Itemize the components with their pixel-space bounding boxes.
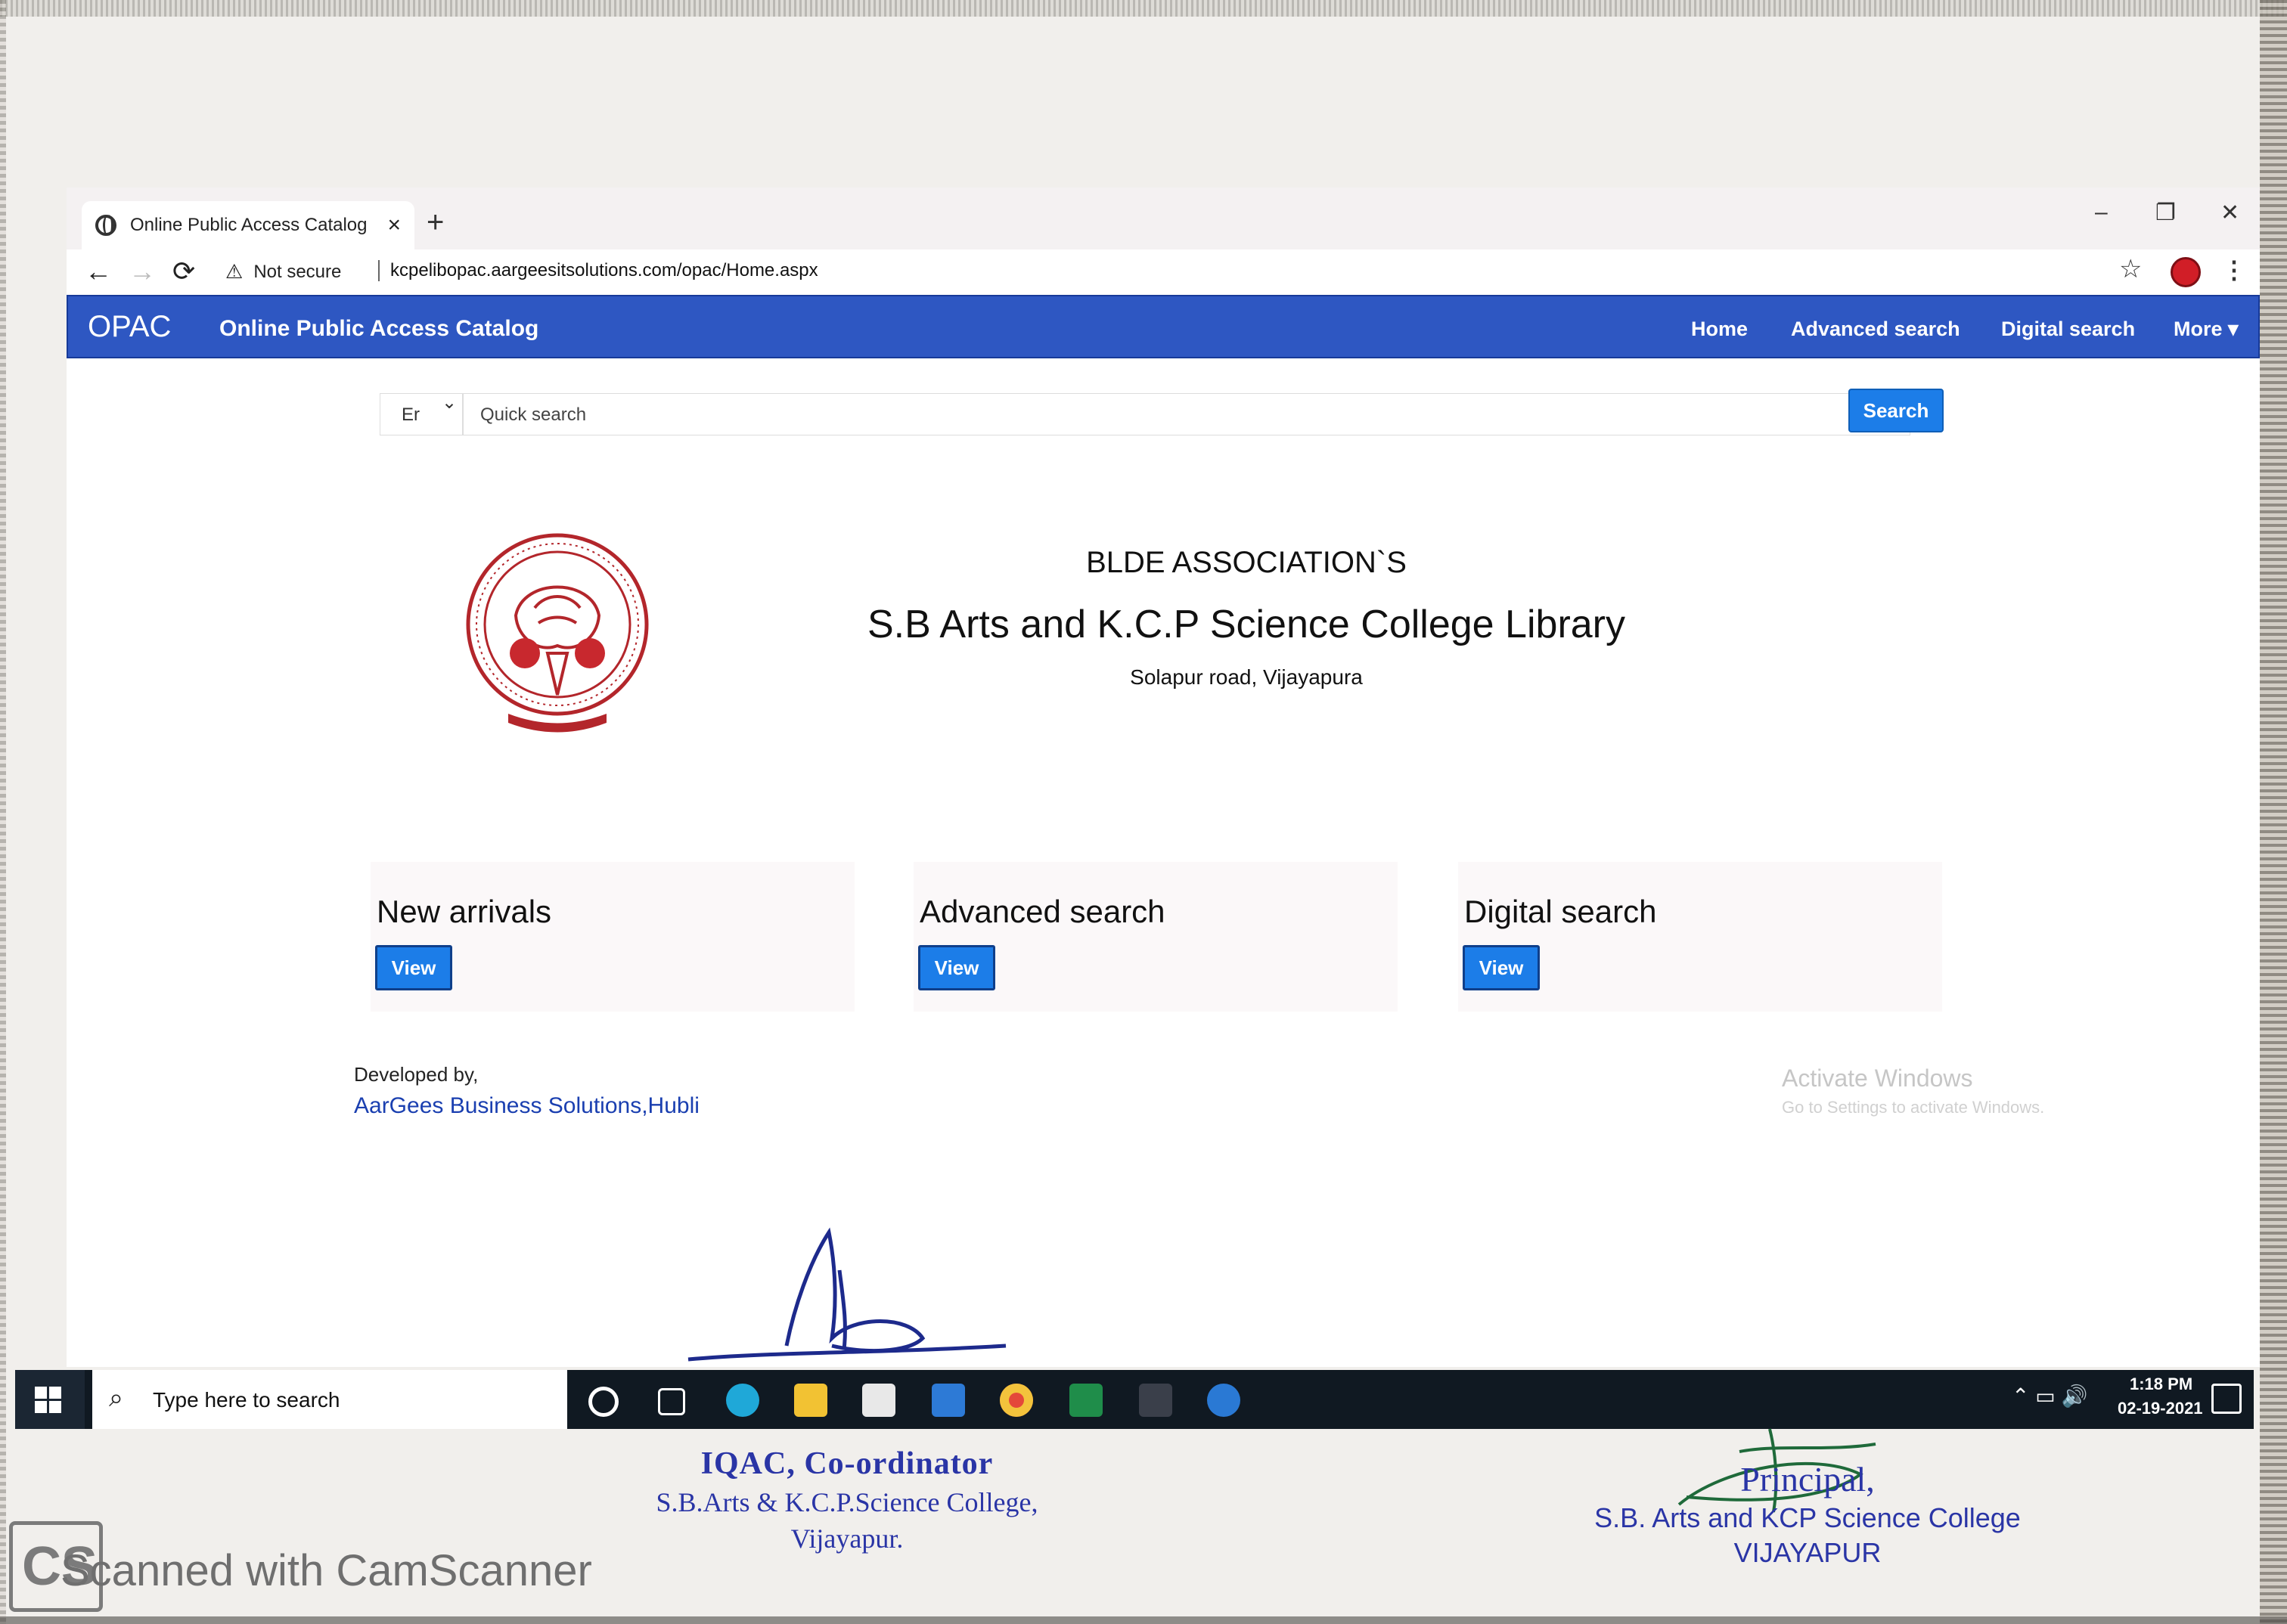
warning-icon: ⚠ (225, 260, 244, 283)
search-button[interactable]: Search (1848, 389, 1944, 432)
browser-menu-icon[interactable]: ⋮ (2222, 256, 2246, 284)
developed-by-label: Developed by, (354, 1063, 479, 1086)
digital-search-view-button[interactable]: View (1463, 945, 1540, 990)
profile-avatar[interactable] (2171, 257, 2201, 287)
mail-icon[interactable] (932, 1384, 965, 1417)
clock-time: 1:18 PM (2130, 1375, 2193, 1393)
windows-taskbar: ⌕ Type here to search ⌃ ▭ 🔊 1:18 PM 02-1… (15, 1370, 2254, 1429)
advanced-search-view-button[interactable]: View (918, 945, 995, 990)
browser-toolbar: ← → ⟳ ⚠ Not secure kcpelibopac.aargeesit… (67, 249, 2260, 293)
taskbar-search-placeholder: Type here to search (153, 1388, 340, 1412)
opac-navbar: OPAC Online Public Access Catalog Home A… (67, 295, 2260, 358)
card-title: New arrivals (377, 894, 552, 929)
quick-search-input[interactable]: Quick search (463, 393, 1910, 435)
tab-title: Online Public Access Catalog (130, 215, 368, 235)
excel-icon[interactable] (1069, 1384, 1103, 1417)
camscanner-text: Scanned with CamScanner (61, 1546, 592, 1595)
navbar-subtitle: Online Public Access Catalog (219, 316, 539, 341)
nav-advanced-search[interactable]: Advanced search (1791, 318, 1960, 341)
activate-windows-subtext: Go to Settings to activate Windows. (1782, 1098, 2045, 1117)
card-advanced-search: Advanced search View (914, 862, 1398, 1012)
paper-bottom-edge (0, 1616, 2287, 1624)
browser-tab[interactable]: Online Public Access Catalog × (82, 201, 414, 249)
coordinator-signature (687, 1227, 1007, 1362)
start-button[interactable] (15, 1370, 85, 1429)
close-window-icon[interactable]: ✕ (2220, 200, 2239, 226)
stamp-line: S.B. Arts and KCP Science College (1594, 1502, 2021, 1533)
tab-close-icon[interactable]: × (387, 212, 401, 238)
stamp-title: IQAC, Co-ordinator (700, 1446, 994, 1481)
activate-windows-watermark: Activate Windows (1782, 1065, 1973, 1092)
card-title: Advanced search (920, 894, 1165, 929)
nav-digital-search[interactable]: Digital search (2001, 318, 2135, 341)
system-tray-icons[interactable]: ⌃ ▭ 🔊 (2012, 1384, 2087, 1409)
card-new-arrivals: New arrivals View (371, 862, 855, 1012)
search-icon: ⌕ (109, 1384, 124, 1412)
college-address: Solapur road, Vijayapura (1130, 665, 1363, 689)
card-digital-search: Digital search View (1458, 862, 1942, 1012)
security-indicator[interactable]: ⚠ Not secure (225, 260, 341, 284)
new-arrivals-view-button[interactable]: View (375, 945, 452, 990)
notification-center-icon[interactable] (2211, 1384, 2242, 1414)
nav-more-dropdown[interactable]: More ▾ (2174, 318, 2239, 341)
teamviewer-icon[interactable] (1207, 1384, 1240, 1417)
edge-browser-icon[interactable] (726, 1384, 759, 1417)
principal-stamp: Principal, S.B. Arts and KCP Science Col… (1558, 1459, 2057, 1569)
security-label: Not secure (253, 261, 342, 282)
tab-strip: Online Public Access Catalog × + – ❐ ✕ (67, 188, 2260, 249)
association-name: BLDE ASSOCIATION`S (1086, 546, 1407, 579)
store-icon[interactable] (862, 1384, 895, 1417)
cortana-icon[interactable] (588, 1387, 619, 1417)
task-view-icon[interactable] (658, 1388, 685, 1415)
stamp-line: S.B.Arts & K.C.P.Science College, (656, 1487, 1038, 1517)
developer-link[interactable]: AarGees Business Solutions,Hubli (354, 1093, 700, 1119)
windows-logo-icon (35, 1387, 62, 1414)
file-explorer-icon[interactable] (794, 1384, 827, 1417)
new-tab-button[interactable]: + (427, 206, 444, 240)
paper-left-edge (0, 0, 6, 1624)
browser-window: Online Public Access Catalog × + – ❐ ✕ ←… (67, 188, 2260, 1367)
chevron-down-icon: ⌄ (442, 392, 458, 413)
stamp-line: VIJAYAPUR (1733, 1537, 1882, 1568)
address-bar[interactable]: kcpelibopac.aargeesitsolutions.com/opac/… (378, 260, 818, 281)
stamp-title: Principal, (1740, 1460, 1875, 1498)
college-emblem-logo (466, 533, 649, 733)
nav-home[interactable]: Home (1691, 318, 1748, 341)
college-library-title: S.B Arts and K.C.P Science College Libra… (867, 603, 1625, 646)
clock-date: 02-19-2021 (2118, 1399, 2203, 1418)
paper-top-edge (0, 0, 2287, 17)
brand-logo-text[interactable]: OPAC (88, 310, 171, 344)
restore-icon[interactable]: ❐ (2155, 200, 2176, 226)
app-icon[interactable] (1139, 1384, 1172, 1417)
taskbar-search-box[interactable]: ⌕ Type here to search (92, 1370, 567, 1429)
back-icon[interactable]: ← (85, 256, 112, 287)
minimize-icon[interactable]: – (2095, 200, 2108, 225)
paper-right-edge (2260, 0, 2287, 1624)
globe-icon (95, 215, 116, 236)
card-title: Digital search (1464, 894, 1657, 929)
forward-icon[interactable]: → (129, 256, 156, 287)
camscanner-watermark: CS Scanned with CamScanner (9, 1521, 690, 1612)
reload-icon[interactable]: ⟳ (172, 256, 195, 287)
bookmark-star-icon[interactable]: ☆ (2119, 254, 2142, 284)
chrome-icon[interactable] (1000, 1384, 1033, 1417)
